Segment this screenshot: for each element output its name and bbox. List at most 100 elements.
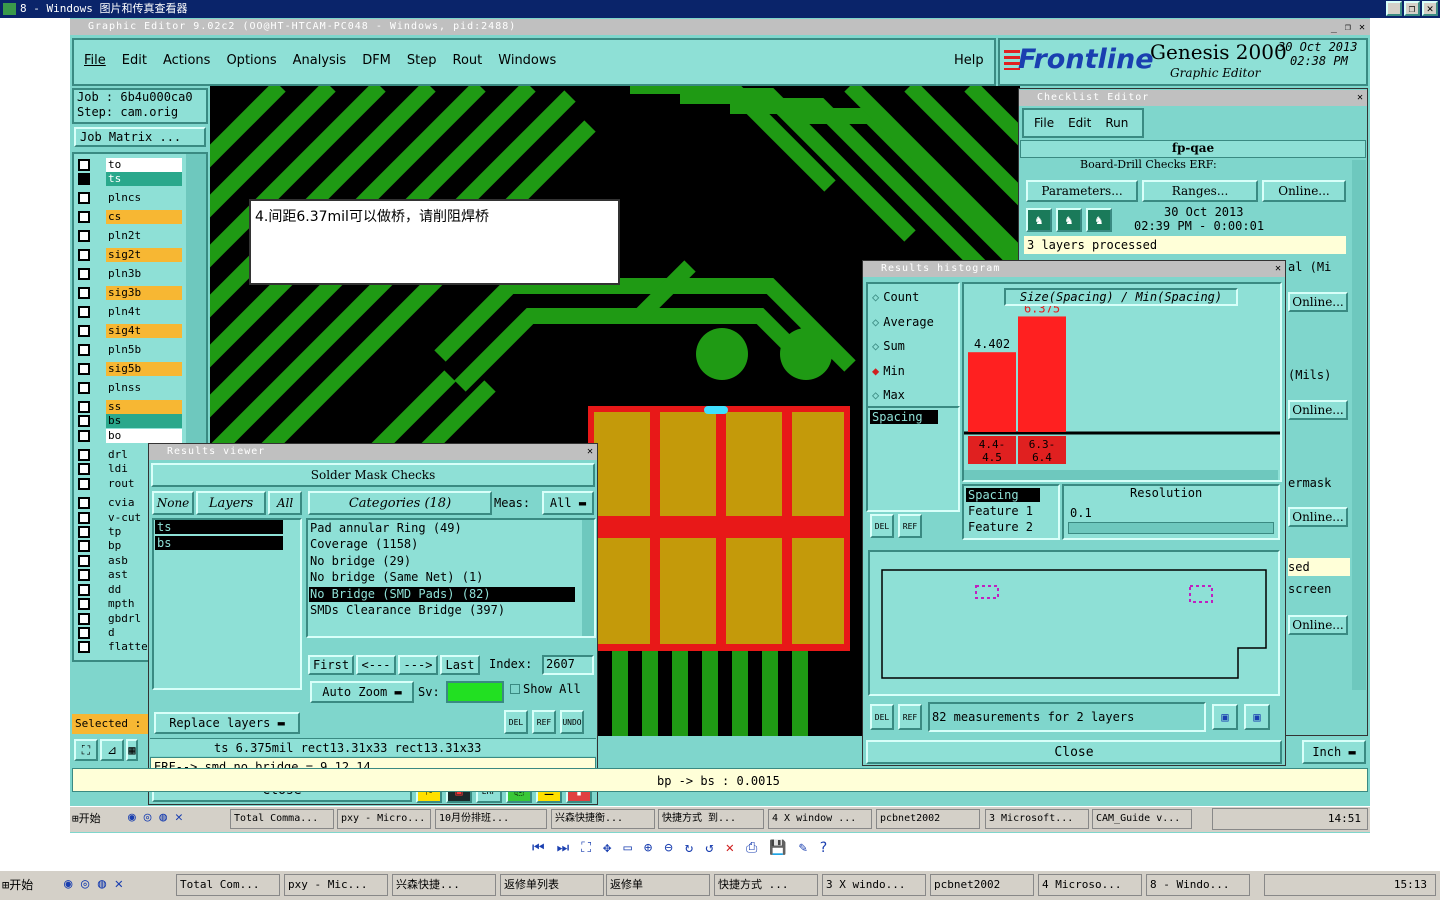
menu-windows[interactable]: Windows xyxy=(498,53,556,68)
layer-checkbox[interactable] xyxy=(78,159,90,171)
outer-task-item[interactable]: 返修单列表 xyxy=(500,874,604,896)
radio-icon[interactable]: ◇ xyxy=(872,290,879,304)
category-scrollbar[interactable] xyxy=(582,520,594,636)
outer-task-item[interactable]: 返修单 xyxy=(606,874,710,896)
layer-row[interactable]: pln3b xyxy=(78,267,182,281)
outer-task-item[interactable]: pxy - Mic... xyxy=(284,874,388,896)
layer-checkbox[interactable] xyxy=(78,569,90,581)
sv-color-dropdown[interactable] xyxy=(446,681,504,703)
layer-checkbox[interactable] xyxy=(78,249,90,261)
layer-checkbox[interactable] xyxy=(78,401,90,413)
category-item[interactable]: Pad annular Ring (49) xyxy=(309,521,575,536)
zoom-icon[interactable]: ⛶ xyxy=(74,739,98,761)
undo-icon[interactable]: UNDO xyxy=(560,710,584,734)
layer-checkbox[interactable] xyxy=(78,268,90,280)
menu-file[interactable]: File xyxy=(84,53,106,68)
layer-checkbox[interactable] xyxy=(78,526,90,538)
hist-hscroll[interactable] xyxy=(964,470,1278,480)
zoom-out-icon[interactable]: ⊖ xyxy=(664,840,672,856)
checklist-menu-file[interactable]: File xyxy=(1034,116,1054,136)
layer-row[interactable]: pln5b xyxy=(78,343,182,357)
layer-row[interactable]: ss xyxy=(78,400,182,414)
checklist-close-icon[interactable]: ✕ xyxy=(1357,90,1364,106)
menu-dfm[interactable]: DFM xyxy=(362,53,391,68)
radio-icon[interactable]: ◇ xyxy=(872,339,879,353)
categories-button[interactable]: Categories (18) xyxy=(308,491,492,515)
delete-icon[interactable]: ✕ xyxy=(726,840,734,856)
stat-option[interactable]: ◆ Min xyxy=(872,363,905,379)
print-viewer-icon[interactable]: ⎙ xyxy=(746,840,757,856)
menu-edit[interactable]: Edit xyxy=(122,53,147,68)
online-button[interactable]: Online... xyxy=(1288,292,1348,312)
histogram-close-icon[interactable]: ✕ xyxy=(1275,261,1282,277)
layer-row[interactable]: pln2t xyxy=(78,229,182,243)
outer-task-item[interactable]: 快捷方式 ... xyxy=(714,874,818,896)
next-image-icon[interactable]: ⏭ xyxy=(557,840,570,856)
layer-row[interactable]: cs xyxy=(78,210,182,224)
layer-checkbox[interactable] xyxy=(78,641,90,653)
outer-task-item[interactable]: 8 - Windo... xyxy=(1146,874,1250,896)
layer-checkbox[interactable] xyxy=(78,584,90,596)
category-item[interactable]: No Bridge (SMD Pads) (82) xyxy=(309,586,575,602)
layer-checkbox[interactable] xyxy=(78,478,90,490)
layer-checkbox[interactable] xyxy=(78,430,90,442)
layer-result-bs[interactable]: bs xyxy=(155,536,283,550)
stat-option[interactable]: ◇ Average xyxy=(872,314,934,330)
show-all-checkbox[interactable] xyxy=(510,684,520,694)
stat-option[interactable]: ◇ Max xyxy=(872,387,905,403)
layer-checkbox[interactable] xyxy=(78,363,90,375)
layer-checkbox[interactable] xyxy=(78,287,90,299)
layer-row[interactable]: plnss xyxy=(78,381,182,395)
layer-checkbox[interactable] xyxy=(78,192,90,204)
rotate-cw-icon[interactable]: ↻ xyxy=(685,840,693,856)
none-button[interactable]: None xyxy=(152,491,194,515)
run-all-icon[interactable]: ♞ xyxy=(1056,208,1082,232)
ref-icon[interactable]: REF xyxy=(532,710,556,734)
layer-row[interactable]: pln4t xyxy=(78,305,182,319)
layer-row[interactable]: bo xyxy=(78,429,182,443)
layer-row[interactable]: sig4t xyxy=(78,324,182,338)
next-button[interactable]: ---> xyxy=(398,655,438,675)
outer-task-item[interactable]: 3 X windo... xyxy=(822,874,926,896)
category-item[interactable]: No bridge (29) xyxy=(309,554,575,569)
run-icon[interactable]: ♞ xyxy=(1026,208,1052,232)
zoom-in-icon[interactable]: ⊕ xyxy=(644,840,652,856)
layer-row[interactable]: plncs xyxy=(78,191,182,205)
layer-checkbox[interactable] xyxy=(78,230,90,242)
layer-checkbox[interactable] xyxy=(78,627,90,639)
category-item[interactable]: SMDs Clearance Bridge (397) xyxy=(309,603,575,618)
menu-options[interactable]: Options xyxy=(226,53,276,68)
outer-task-item[interactable]: 4 Microso... xyxy=(1038,874,1142,896)
layer-checkbox[interactable] xyxy=(78,211,90,223)
layer-checkbox[interactable] xyxy=(78,415,90,427)
outer-start-button[interactable]: ⊞开始 xyxy=(2,874,52,896)
online-button[interactable]: Online... xyxy=(1288,615,1348,635)
rotate-ccw-icon[interactable]: ↺ xyxy=(705,840,713,856)
print-icon[interactable]: ▣ xyxy=(1244,704,1270,730)
all-button[interactable]: All xyxy=(268,491,302,515)
hist-del-icon[interactable]: DEL xyxy=(870,514,894,538)
inner-start-button[interactable]: ⊞开始 xyxy=(72,809,116,829)
prev-image-icon[interactable]: ⏮ xyxy=(532,840,545,856)
histogram-close-button[interactable]: Close xyxy=(866,740,1282,764)
inner-task-item[interactable]: 4 X window ... xyxy=(768,809,872,829)
resolution-slider[interactable] xyxy=(1068,522,1274,534)
category-item[interactable]: No bridge (Same Net) (1) xyxy=(309,570,575,585)
layer-checkbox[interactable] xyxy=(78,555,90,567)
inner-task-item[interactable]: 快捷方式 到... xyxy=(658,809,764,829)
menu-analysis[interactable]: Analysis xyxy=(293,53,347,68)
first-button[interactable]: First xyxy=(308,655,354,675)
export-icon[interactable]: ▣ xyxy=(1212,704,1238,730)
online-button[interactable]: Online... xyxy=(1288,507,1348,527)
layer-checkbox[interactable] xyxy=(78,449,90,461)
window-controls[interactable]: _ ❐ ✕ xyxy=(1331,20,1366,35)
job-matrix-button[interactable]: Job Matrix ... xyxy=(74,127,206,147)
hist-field-spacing[interactable]: Spacing xyxy=(870,410,938,424)
meas-dropdown[interactable]: All ▬ xyxy=(542,491,594,515)
menu-step[interactable]: Step xyxy=(407,53,437,68)
stop-run-icon[interactable]: ♞ xyxy=(1086,208,1112,232)
minimize-button[interactable]: _ xyxy=(1386,1,1402,16)
layer-checkbox[interactable] xyxy=(78,173,90,185)
layer-row[interactable]: bs xyxy=(78,414,182,428)
results-viewer-close-icon[interactable]: ✕ xyxy=(587,444,594,460)
